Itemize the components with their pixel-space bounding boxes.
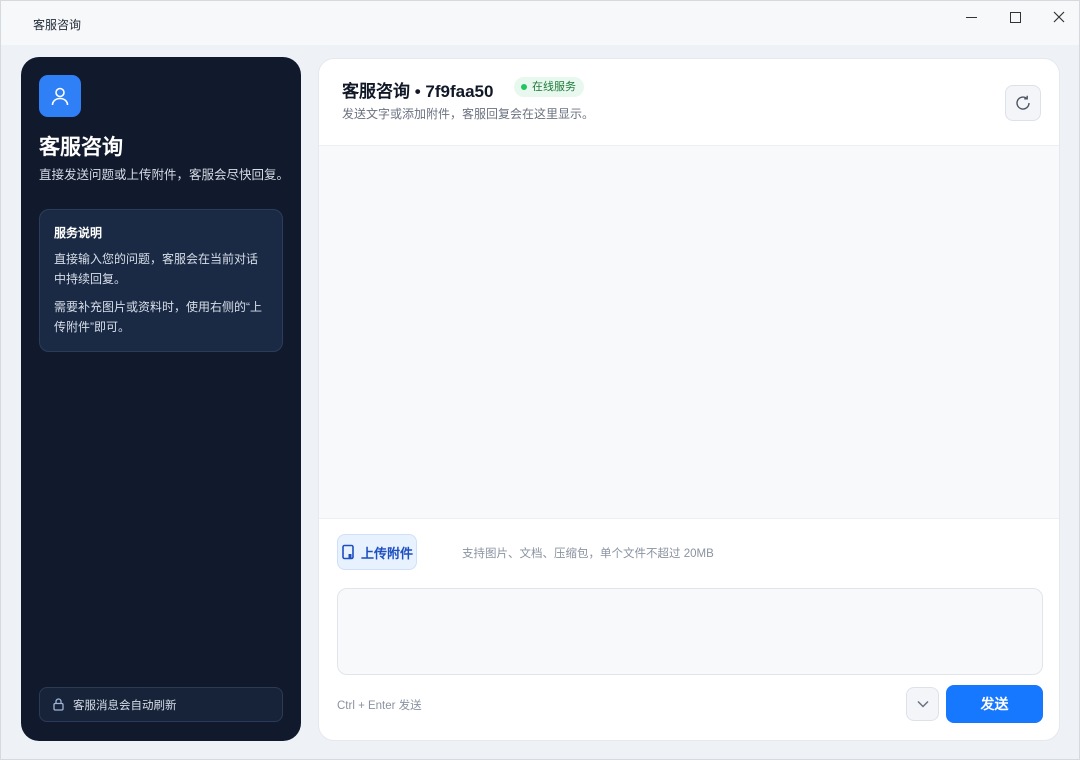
message-input[interactable]	[337, 588, 1043, 675]
user-icon	[51, 87, 69, 106]
attachment-hint: 支持图片、文档、压缩包，单个文件不超过 20MB	[462, 548, 714, 560]
sidebar-subtitle: 直接发送问题或上传附件，客服会尽快回复。	[39, 168, 290, 182]
title-bar: 客服咨询	[1, 1, 1079, 45]
sidebar-title: 客服咨询	[39, 136, 123, 159]
avatar	[39, 75, 81, 117]
sidebar: 客服咨询 直接发送问题或上传附件，客服会尽快回复。 服务说明 直接输入您的问题，…	[21, 57, 301, 741]
message-list[interactable]	[319, 146, 1059, 519]
chat-title: 客服咨询 • 7f9faa50	[342, 82, 494, 101]
chevron-down-icon	[916, 700, 929, 708]
window-title: 客服咨询	[33, 18, 82, 32]
service-info-text-1: 直接输入您的问题，客服会在当前对话中持续回复。	[54, 252, 259, 286]
refresh-icon	[1016, 95, 1030, 110]
service-info-heading: 服务说明	[54, 226, 103, 240]
service-info-text-2: 需要补充图片或资料时，使用右侧的“上传附件”即可。	[54, 300, 262, 334]
maximize-button[interactable]	[993, 3, 1037, 31]
send-button[interactable]: 发送	[946, 685, 1043, 723]
status-badge: 在线服务	[514, 77, 584, 97]
upload-attachment-button[interactable]: 上传附件	[337, 534, 417, 570]
service-info-card: 服务说明 直接输入您的问题，客服会在当前对话中持续回复。 需要补充图片或资料时，…	[39, 209, 283, 352]
refresh-button[interactable]	[1005, 85, 1041, 121]
auto-refresh-label: 客服消息会自动刷新	[73, 699, 177, 712]
maximize-icon	[1009, 11, 1021, 23]
app-window: 客服咨询 客服咨询 直接发送问题或上传附件，客服会尽快回复。 服务说明 直接输入…	[0, 0, 1080, 760]
close-button[interactable]	[1037, 3, 1080, 31]
send-shortcut-hint: Ctrl + Enter 发送	[337, 700, 422, 712]
chat-subtitle: 发送文字或添加附件，客服回复会在这里显示。	[342, 107, 595, 121]
chat-header: 客服咨询 • 7f9faa50 在线服务 发送文字或添加附件，客服回复会在这里显…	[319, 59, 1059, 146]
close-icon	[1053, 11, 1065, 23]
auto-refresh-note: 客服消息会自动刷新	[39, 687, 283, 722]
minimize-button[interactable]	[949, 3, 993, 31]
lock-icon	[53, 698, 64, 711]
minimize-icon	[965, 16, 977, 18]
upload-attachment-label: 上传附件	[361, 545, 414, 561]
send-options-button[interactable]	[906, 687, 939, 721]
paperclip-icon	[341, 544, 355, 560]
chat-panel: 客服咨询 • 7f9faa50 在线服务 发送文字或添加附件，客服回复会在这里显…	[318, 58, 1060, 741]
